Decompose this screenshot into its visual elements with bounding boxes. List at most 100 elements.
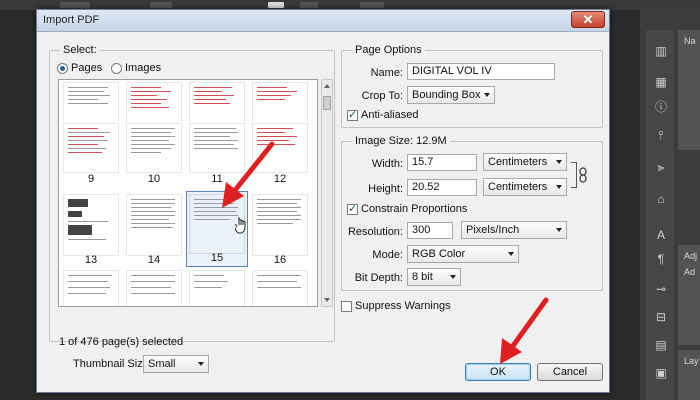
pages-radio[interactable]	[57, 63, 68, 74]
proportion-bracket	[571, 162, 577, 188]
width-input[interactable]: 15.7	[407, 154, 477, 171]
clone-source-icon[interactable]: ⌂	[654, 192, 668, 206]
chevron-down-icon	[508, 252, 514, 256]
resolution-label: Resolution:	[347, 226, 403, 238]
resolution-unit-value: Pixels/Inch	[466, 224, 520, 236]
adjustments-panel-sub: Ad	[684, 267, 696, 277]
bit-depth-select[interactable]: 8 bit	[407, 268, 461, 286]
image-size-legend: Image Size: 12.9M	[352, 135, 450, 147]
page-options-legend: Page Options	[352, 44, 425, 56]
page-number: 13	[84, 254, 98, 266]
height-input[interactable]: 20.52	[407, 179, 477, 196]
thumbnail-size-label: Thumbnail Size:	[73, 358, 152, 370]
hand-cursor-icon	[235, 217, 246, 234]
mode-value: RGB Color	[412, 248, 466, 260]
thumbnail-size-value: Small	[148, 358, 176, 370]
page-thumbnail-19[interactable]	[187, 268, 247, 306]
images-radio-label: Images	[125, 62, 162, 74]
dialog-titlebar[interactable]: Import PDF ✕	[37, 10, 609, 32]
cancel-button[interactable]: Cancel	[537, 363, 603, 381]
swatches-icon[interactable]: ▤	[654, 338, 668, 352]
width-unit-value: Centimeters	[488, 156, 548, 168]
images-radio[interactable]	[111, 63, 122, 74]
thumbnail-size-select[interactable]: Small	[143, 355, 209, 373]
chevron-down-icon	[484, 93, 490, 97]
page-number: 11	[211, 173, 223, 185]
options-control[interactable]	[268, 2, 284, 8]
layers-panel-label: Lay	[684, 356, 699, 366]
scroll-up-arrow-icon[interactable]	[324, 84, 330, 88]
chevron-down-icon	[556, 185, 562, 189]
brush-presets-icon[interactable]: ⫸	[654, 160, 668, 174]
paragraph-icon[interactable]: ¶	[654, 252, 668, 266]
close-button[interactable]: ✕	[571, 11, 605, 28]
page-thumbnail-13[interactable]: 13	[61, 192, 121, 266]
actions-icon[interactable]: ▦	[654, 75, 668, 89]
constrain-proportions-label: Constrain Proportions	[361, 203, 468, 215]
anti-aliased-label: Anti-aliased	[361, 109, 419, 121]
page-number: 15	[210, 252, 224, 264]
page-number: 14	[147, 254, 161, 266]
crop-to-label: Crop To:	[361, 90, 403, 102]
page-number: 9	[87, 173, 95, 185]
page-thumbnail-16[interactable]: 16	[250, 192, 310, 266]
chevron-down-icon	[450, 275, 456, 279]
mode-label: Mode:	[372, 249, 403, 261]
scroll-thumb[interactable]	[323, 96, 331, 110]
layers-panel[interactable]: Lay	[678, 350, 700, 400]
page-thumbnail-17[interactable]	[61, 268, 121, 306]
page-thumbnail-grid[interactable]: 12 5 6 7 8 9 10 11	[58, 79, 318, 307]
layers-comp-icon[interactable]: ▣	[654, 366, 668, 380]
ok-button[interactable]: OK	[465, 363, 531, 381]
height-label: Height:	[368, 183, 403, 195]
chevron-down-icon	[556, 160, 562, 164]
bit-depth-value: 8 bit	[412, 271, 433, 283]
anti-aliased-checkbox[interactable]	[347, 108, 358, 121]
page-thumbnail-20[interactable]	[250, 268, 310, 306]
height-unit-select[interactable]: Centimeters	[483, 178, 567, 196]
width-label: Width:	[371, 158, 403, 170]
link-chain-icon	[579, 167, 587, 183]
resolution-unit-select[interactable]: Pixels/Inch	[461, 221, 567, 239]
name-label: Name:	[370, 67, 403, 79]
selection-status: 1 of 476 page(s) selected	[59, 336, 184, 348]
adjustments-panel-label: Adj	[684, 251, 698, 261]
bit-depth-label: Bit Depth:	[354, 272, 403, 284]
page-thumbnail-9[interactable]: 9	[61, 121, 121, 191]
suppress-warnings-checkbox[interactable]	[341, 301, 352, 312]
page-thumbnail-12[interactable]: 12	[250, 121, 310, 191]
dialog-title: Import PDF	[43, 14, 100, 26]
mode-select[interactable]: RGB Color	[407, 245, 519, 263]
page-thumbnail-14[interactable]: 14	[124, 192, 184, 266]
character-icon[interactable]: A	[654, 228, 668, 242]
brush-icon[interactable]: ⫯	[654, 128, 668, 142]
scroll-down-arrow-icon[interactable]	[324, 298, 330, 302]
page-thumbnail-10[interactable]: 10	[124, 121, 184, 191]
page-number: 12	[273, 173, 287, 185]
crop-to-value: Bounding Box	[412, 89, 481, 101]
thumbnail-scrollbar[interactable]	[321, 79, 333, 307]
page-number: 10	[147, 173, 161, 185]
constrain-proportions-checkbox[interactable]	[347, 202, 358, 215]
options-control[interactable]	[150, 2, 172, 8]
chevron-down-icon	[198, 362, 204, 366]
crop-to-select[interactable]: Bounding Box	[407, 86, 495, 104]
options-control[interactable]	[300, 2, 318, 8]
width-unit-select[interactable]: Centimeters	[483, 153, 567, 171]
height-unit-value: Centimeters	[488, 181, 548, 193]
navigator-panel[interactable]: Na	[678, 30, 700, 150]
name-input[interactable]: DIGITAL VOL IV	[407, 63, 555, 80]
styles-icon[interactable]: ⊟	[654, 310, 668, 324]
import-pdf-dialog: Import PDF ✕ Select: Pages Images 12 5 6…	[36, 9, 610, 393]
resolution-input[interactable]: 300	[407, 222, 453, 239]
page-number: 16	[273, 254, 287, 266]
tool-presets-icon[interactable]: ⊸	[654, 282, 668, 296]
history-icon[interactable]: ▥	[654, 44, 668, 58]
options-control[interactable]	[360, 2, 384, 8]
info-icon[interactable]: ⓘ	[654, 100, 668, 114]
page-thumbnail-18[interactable]	[124, 268, 184, 306]
suppress-warnings-label: Suppress Warnings	[355, 300, 451, 312]
page-thumbnail-11[interactable]: 11	[187, 121, 247, 191]
adjustments-panel[interactable]: Adj Ad	[678, 245, 700, 345]
options-control[interactable]	[60, 2, 90, 8]
